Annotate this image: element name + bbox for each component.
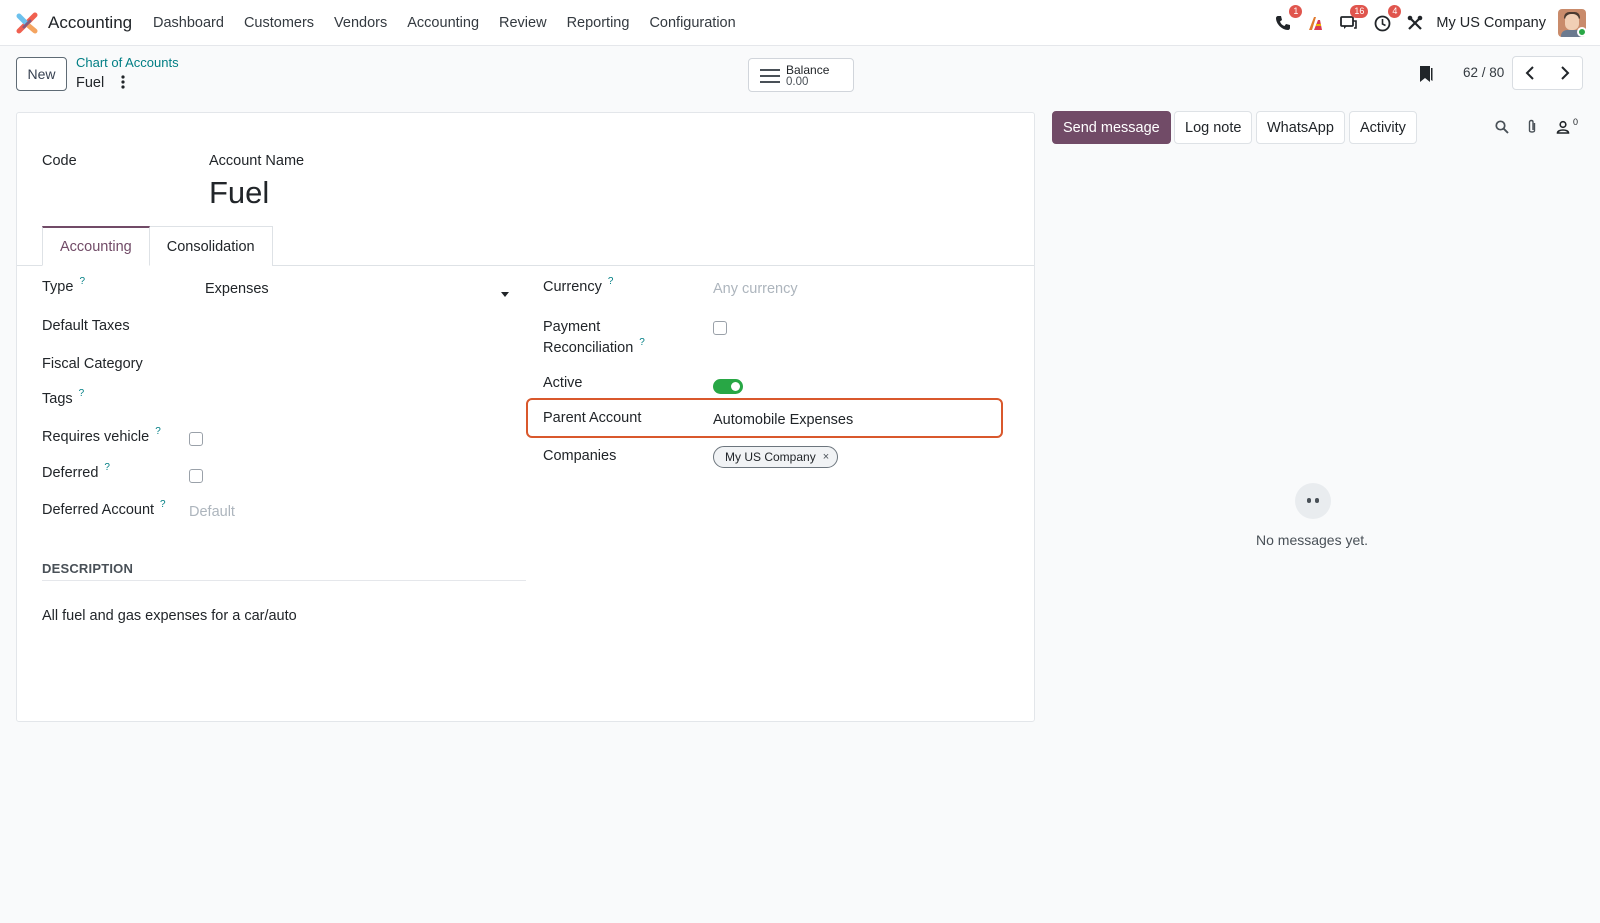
activity-button[interactable]: Activity <box>1349 111 1417 144</box>
breadcrumb-chart-of-accounts[interactable]: Chart of Accounts <box>76 55 179 70</box>
ai-assistant-icon[interactable] <box>1305 12 1327 34</box>
menu-item-configuration[interactable]: Configuration <box>649 15 735 31</box>
send-message-button[interactable]: Send message <box>1052 111 1171 144</box>
currency-label: Currency? <box>543 276 614 295</box>
pager-previous-button[interactable] <box>1512 56 1548 90</box>
requires-vehicle-checkbox[interactable] <box>189 432 203 446</box>
dropdown-caret-icon <box>501 292 509 297</box>
pager-next-button[interactable] <box>1547 56 1583 90</box>
main-menu: Dashboard Customers Vendors Accounting R… <box>153 15 756 31</box>
paperclip-icon[interactable] <box>1523 118 1541 136</box>
fiscal-category-label: Fiscal Category <box>42 356 143 372</box>
app-name[interactable]: Accounting <box>48 13 132 33</box>
systray: 1 16 4 My US Company <box>1261 5 1586 38</box>
breadcrumb-current-record: Fuel <box>76 75 105 91</box>
online-status-dot <box>1577 27 1587 37</box>
type-help-icon[interactable]: ? <box>79 276 85 287</box>
active-toggle[interactable] <box>713 379 743 394</box>
deferred-account-input[interactable]: Default <box>189 504 235 520</box>
menu-item-vendors[interactable]: Vendors <box>334 15 387 31</box>
menu-item-dashboard[interactable]: Dashboard <box>153 15 224 31</box>
company-tag: My US Company × <box>713 446 839 468</box>
chevron-left-icon <box>1525 66 1534 80</box>
company-switcher[interactable]: My US Company <box>1436 15 1546 31</box>
deferred-checkbox[interactable] <box>189 469 203 483</box>
deferred-help-icon[interactable]: ? <box>104 462 110 473</box>
balance-smart-button[interactable]: Balance 0.00 <box>748 58 854 92</box>
default-taxes-label: Default Taxes <box>42 318 130 334</box>
activities-clock-icon[interactable]: 4 <box>1371 5 1402 34</box>
payment-reconciliation-label-line2: Reconciliation? <box>543 337 645 356</box>
description-divider <box>42 580 526 581</box>
deferred-label: Deferred? <box>42 462 110 481</box>
requires-vehicle-label: Requires vehicle? <box>42 426 161 445</box>
new-button[interactable]: New <box>16 57 67 91</box>
currency-input[interactable]: Any currency <box>713 281 798 297</box>
account-name-field[interactable]: Fuel <box>209 175 269 211</box>
active-label: Active <box>543 375 583 391</box>
menu-item-reporting[interactable]: Reporting <box>567 15 630 31</box>
whatsapp-button[interactable]: WhatsApp <box>1256 111 1345 144</box>
companies-label: Companies <box>543 448 617 464</box>
deferred-account-label: Deferred Account? <box>42 499 166 518</box>
search-icon[interactable] <box>1493 118 1511 136</box>
no-messages-text: No messages yet. <box>1256 532 1369 548</box>
currency-help-icon[interactable]: ? <box>608 276 614 287</box>
tab-accounting[interactable]: Accounting <box>42 226 150 266</box>
balance-bars-icon <box>760 69 780 83</box>
menu-item-accounting[interactable]: Accounting <box>407 15 479 31</box>
activities-badge: 4 <box>1388 5 1402 18</box>
followers-count: 0 <box>1573 117 1579 127</box>
payment-reconciliation-label-line1: Payment <box>543 319 601 335</box>
payment-reconciliation-checkbox[interactable] <box>713 321 727 335</box>
requires-vehicle-help-icon[interactable]: ? <box>155 426 161 437</box>
pager-value[interactable]: 62 / 80 <box>1463 65 1504 80</box>
phone-badge: 1 <box>1289 5 1303 18</box>
type-value: Expenses <box>205 281 269 297</box>
messages-icon[interactable]: 16 <box>1338 5 1369 34</box>
bookmark-icon[interactable] <box>1418 64 1434 84</box>
debug-tools-icon[interactable] <box>1404 12 1426 34</box>
chevron-right-icon <box>1560 66 1569 80</box>
description-text[interactable]: All fuel and gas expenses for a car/auto <box>42 608 297 624</box>
type-label: Type? <box>42 276 85 295</box>
description-heading: DESCRIPTION <box>42 561 134 576</box>
balance-value: 0.00 <box>786 76 809 88</box>
code-label: Code <box>42 153 77 169</box>
top-navbar: Accounting Dashboard Customers Vendors A… <box>0 0 1600 46</box>
parent-account-label: Parent Account <box>543 410 642 426</box>
tags-label: Tags? <box>42 388 85 407</box>
record-actions-menu-icon[interactable] <box>118 73 128 91</box>
tags-help-icon[interactable]: ? <box>79 388 85 399</box>
deferred-account-help-icon[interactable]: ? <box>160 499 166 510</box>
parent-account-input[interactable]: Automobile Expenses <box>713 412 853 428</box>
form-sheet: Code Account Name Fuel Accounting Consol… <box>16 112 1035 722</box>
phone-icon[interactable]: 1 <box>1272 5 1303 34</box>
empty-messages-face-icon <box>1295 483 1331 519</box>
menu-item-review[interactable]: Review <box>499 15 547 31</box>
balance-label: Balance <box>786 63 830 77</box>
form-tabs: Accounting Consolidation <box>42 226 273 266</box>
tab-consolidation[interactable]: Consolidation <box>149 226 273 266</box>
log-note-button[interactable]: Log note <box>1174 111 1253 144</box>
messages-badge: 16 <box>1350 5 1369 18</box>
payment-reconciliation-help-icon[interactable]: ? <box>639 337 645 348</box>
menu-item-customers[interactable]: Customers <box>244 15 314 31</box>
account-name-label: Account Name <box>209 153 305 169</box>
remove-tag-icon[interactable]: × <box>823 451 829 463</box>
accounting-app-icon[interactable] <box>16 12 38 34</box>
company-tag-label: My US Company <box>725 450 816 464</box>
followers-icon[interactable] <box>1554 118 1572 136</box>
